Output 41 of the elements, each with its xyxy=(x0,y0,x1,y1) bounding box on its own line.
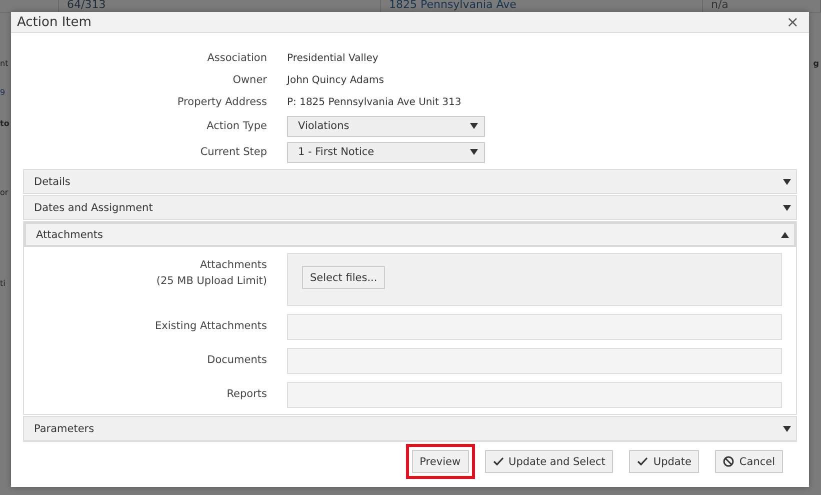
field-label: Current Step xyxy=(199,146,268,158)
caret-icon xyxy=(470,149,478,155)
background-text: g xyxy=(813,59,819,68)
action-button[interactable]: Update xyxy=(629,450,700,473)
select-files-button[interactable]: Select files... xyxy=(302,266,386,289)
background-text: to xyxy=(0,119,10,128)
action-button[interactable]: Preview xyxy=(412,450,469,473)
background-text: ti xyxy=(0,279,6,288)
caret-icon xyxy=(781,232,789,238)
caret-icon xyxy=(783,178,791,184)
action-button[interactable]: Update and Select xyxy=(484,450,614,473)
field-label: Owner xyxy=(232,74,268,86)
field-value: P: 1825 Pennsylvania Ave Unit 313 xyxy=(287,96,462,108)
field-value: Presidential Valley xyxy=(287,52,378,64)
field-label: Documents xyxy=(207,353,267,368)
background-text: 9 xyxy=(0,88,6,97)
dialog-title: Action Item xyxy=(17,14,92,30)
caret-icon xyxy=(783,204,791,210)
field-label: Existing Attachments xyxy=(155,319,267,334)
field-value: John Quincy Adams xyxy=(287,74,384,86)
caret-icon xyxy=(470,123,478,129)
panel-header[interactable]: Dates and Assignment xyxy=(24,196,796,219)
dropdown[interactable]: 1 - First Notice xyxy=(287,142,485,162)
close-button[interactable]: × xyxy=(782,13,803,31)
panel-header[interactable]: Details xyxy=(24,170,796,193)
field-label: Property Address xyxy=(176,96,268,108)
check-icon xyxy=(637,457,648,466)
field-label: Reports xyxy=(226,387,267,402)
dropdown[interactable]: Violations xyxy=(287,116,485,136)
action-button[interactable]: Cancel xyxy=(715,450,783,473)
panel-header[interactable]: Attachments xyxy=(24,222,796,247)
field-note: (25 MB Upload Limit) xyxy=(156,274,267,289)
cancel-icon xyxy=(723,456,734,467)
field-label: Action Type xyxy=(206,120,268,132)
check-icon xyxy=(492,457,504,466)
caret-icon xyxy=(783,426,791,432)
field-label: Association xyxy=(206,52,268,64)
field-label: Attachments xyxy=(200,258,267,273)
background-text: nt xyxy=(0,59,10,68)
background-text: or xyxy=(0,188,10,197)
panel-header[interactable]: Parameters xyxy=(24,417,796,440)
